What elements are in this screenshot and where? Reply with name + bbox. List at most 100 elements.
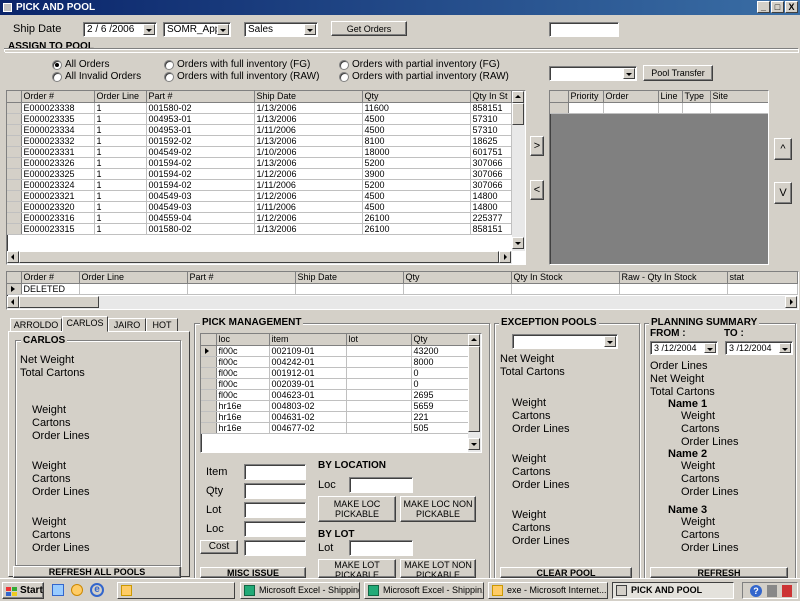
table-cell[interactable]: fl00c xyxy=(216,345,270,357)
row-header[interactable] xyxy=(7,102,22,114)
table-row[interactable]: E000023338 1 001580-02 1/13/2006 11600 858151 xyxy=(7,102,512,114)
pool-new-row[interactable] xyxy=(550,102,768,114)
table-cell[interactable]: 307066 xyxy=(470,157,512,169)
table-cell[interactable] xyxy=(346,411,412,423)
tab-carlos[interactable]: CARLOS xyxy=(62,316,108,332)
deleted-hscroll[interactable] xyxy=(7,296,798,309)
cost-field[interactable] xyxy=(244,540,306,556)
table-row[interactable]: E000023321 1 004549-03 1/12/2006 4500 14800 xyxy=(7,190,512,202)
make-lot-non-pickable-button[interactable]: MAKE LOT NON PICKABLE xyxy=(400,559,476,578)
table-cell[interactable]: 004803-02 xyxy=(269,400,347,412)
clear-pool-button[interactable]: CLEAR POOL xyxy=(500,567,632,578)
ship-date-picker[interactable]: 2 / 6 /2006 xyxy=(83,22,157,37)
table-cell[interactable]: 0 xyxy=(411,367,469,379)
row-header[interactable] xyxy=(7,212,22,224)
table-cell[interactable]: 001594-02 xyxy=(146,157,255,169)
hscroll-thumb[interactable] xyxy=(19,251,499,263)
taskbar-excel-2[interactable]: Microsoft Excel - Shippin... xyxy=(364,582,484,599)
misc-issue-button[interactable]: MISC ISSUE xyxy=(200,567,306,578)
table-cell[interactable]: E000023324 xyxy=(21,179,95,191)
move-down-button[interactable]: V xyxy=(774,182,792,204)
table-row[interactable]: hr16e 004631-02 221 xyxy=(201,411,469,423)
pick-col-loc[interactable]: loc xyxy=(216,334,270,346)
table-cell[interactable]: 001912-01 xyxy=(269,367,347,379)
warehouse-select[interactable]: SOMR_App xyxy=(163,22,231,37)
pool-col-site[interactable]: Site xyxy=(710,91,768,103)
taskbar-folder[interactable] xyxy=(117,582,235,599)
pool-col-priority[interactable]: Priority xyxy=(568,91,604,103)
row-header[interactable] xyxy=(7,113,22,125)
table-cell[interactable]: 004549-03 xyxy=(146,190,255,202)
orders-grid[interactable]: Order # Order Line Part # Ship Date Qty … xyxy=(6,90,526,265)
table-cell[interactable]: 4500 xyxy=(362,190,471,202)
table-cell[interactable]: 4500 xyxy=(362,201,471,213)
table-cell[interactable]: 1 xyxy=(94,102,147,114)
table-cell[interactable]: fl00c xyxy=(216,367,270,379)
order-type-select[interactable]: Sales xyxy=(244,22,318,37)
exception-pool-select[interactable] xyxy=(512,334,618,349)
table-cell[interactable]: 221 xyxy=(411,411,469,423)
make-loc-pickable-button[interactable]: MAKE LOC PICKABLE xyxy=(318,496,396,522)
table-cell[interactable]: 1 xyxy=(94,157,147,169)
table-cell[interactable]: 601751 xyxy=(470,146,512,158)
scroll-up-icon[interactable] xyxy=(468,334,480,346)
table-cell[interactable]: 001592-02 xyxy=(146,135,255,147)
table-cell[interactable]: 18625 xyxy=(470,135,512,147)
table-cell[interactable]: 8000 xyxy=(411,356,469,368)
col-ship-date[interactable]: Ship Date xyxy=(254,91,363,103)
table-cell[interactable]: 8100 xyxy=(362,135,471,147)
table-row[interactable]: E000023335 1 004953-01 1/13/2006 4500 57310 xyxy=(7,113,512,125)
by-lot-lot-field[interactable] xyxy=(349,540,413,556)
table-cell[interactable]: E000023335 xyxy=(21,113,95,125)
table-cell[interactable]: 1/10/2006 xyxy=(254,146,363,158)
table-cell[interactable]: fl00c xyxy=(216,356,270,368)
table-cell[interactable]: hr16e xyxy=(216,422,270,434)
table-cell[interactable]: 1/13/2006 xyxy=(254,102,363,114)
table-cell[interactable]: E000023316 xyxy=(21,212,95,224)
table-cell[interactable]: 1 xyxy=(94,223,147,235)
table-cell[interactable]: 18000 xyxy=(362,146,471,158)
orders-hscroll[interactable] xyxy=(7,251,512,264)
del-col-part[interactable]: Part # xyxy=(187,272,296,284)
pick-col-qty[interactable]: Qty xyxy=(411,334,469,346)
cost-button[interactable]: Cost xyxy=(200,540,238,554)
table-cell[interactable]: 004953-01 xyxy=(146,113,255,125)
table-cell[interactable]: E000023338 xyxy=(21,102,95,114)
table-cell[interactable]: 004549-03 xyxy=(146,201,255,213)
orders-vscroll[interactable] xyxy=(512,91,525,251)
table-cell[interactable]: 004953-01 xyxy=(146,124,255,136)
pick-grid[interactable]: loc item lot Qty fl00c 002109-01 43200 fl00… xyxy=(200,333,482,453)
row-header[interactable] xyxy=(201,400,217,412)
table-cell[interactable]: hr16e xyxy=(216,400,270,412)
pool-grid[interactable]: Priority Order Line Type Site xyxy=(549,90,769,265)
row-header[interactable] xyxy=(201,367,217,379)
table-cell[interactable]: 1 xyxy=(94,113,147,125)
table-cell[interactable]: 1/12/2006 xyxy=(254,168,363,180)
radio-partial-fg[interactable] xyxy=(339,60,349,70)
radio-full-fg[interactable] xyxy=(164,60,174,70)
tab-jairo[interactable]: JAIRO xyxy=(108,318,146,332)
table-row[interactable]: E000023320 1 004549-03 1/11/2006 4500 14800 xyxy=(7,201,512,213)
chevron-down-icon[interactable] xyxy=(217,24,229,35)
chevron-down-icon[interactable] xyxy=(704,343,716,353)
row-header[interactable] xyxy=(7,223,22,235)
table-cell[interactable]: 004549-02 xyxy=(146,146,255,158)
deleted-row[interactable]: DELETED xyxy=(7,283,798,295)
col-part[interactable]: Part # xyxy=(146,91,255,103)
row-header[interactable] xyxy=(7,157,22,169)
table-cell[interactable]: E000023321 xyxy=(21,190,95,202)
table-cell[interactable]: E000023334 xyxy=(21,124,95,136)
table-row[interactable]: fl00c 004623-01 2695 xyxy=(201,389,469,401)
table-cell[interactable]: 307066 xyxy=(470,179,512,191)
table-cell[interactable]: 26100 xyxy=(362,212,471,224)
table-cell[interactable]: fl00c xyxy=(216,378,270,390)
lot-field[interactable] xyxy=(244,502,306,518)
tab-arroldo[interactable]: ARROLDO xyxy=(10,318,62,332)
media-icon[interactable] xyxy=(71,584,83,596)
table-cell[interactable]: 001594-02 xyxy=(146,179,255,191)
table-cell[interactable]: 1/11/2006 xyxy=(254,201,363,213)
table-cell[interactable] xyxy=(346,400,412,412)
table-row[interactable]: fl00c 002109-01 43200 xyxy=(201,345,469,357)
table-cell[interactable]: 3900 xyxy=(362,168,471,180)
col-qty-in-stock[interactable]: Qty In St xyxy=(470,91,512,103)
